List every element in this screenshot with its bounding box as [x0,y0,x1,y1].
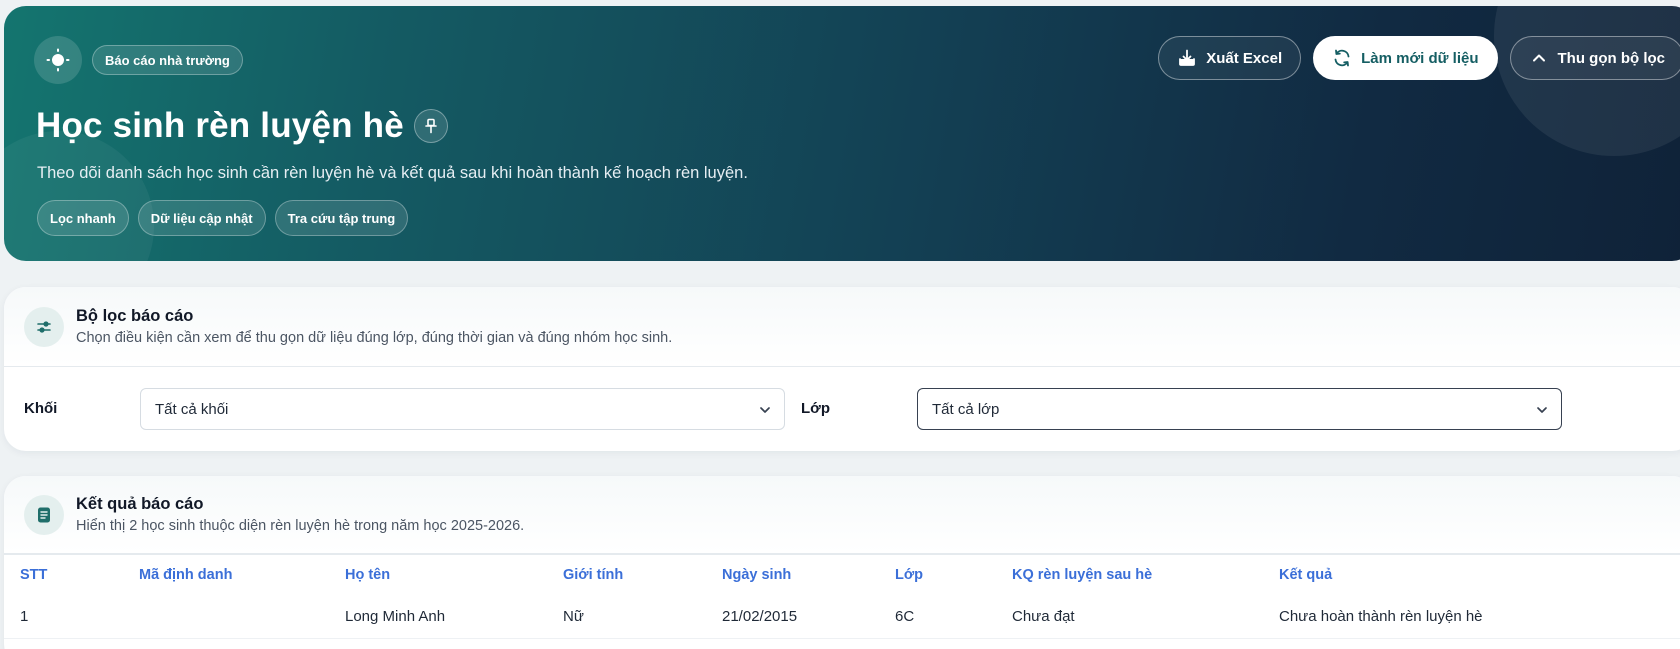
refresh-data-label: Làm mới dữ liệu [1361,49,1479,67]
col-header-summer-result[interactable]: KQ rèn luyện sau hè [1012,567,1152,583]
cell-class: 6C [895,608,915,625]
cell-stt: 1 [20,608,29,625]
hero-chip-group: Lọc nhanh Dữ liệu cập nhật Tra cứu tập t… [37,200,409,236]
col-header-class[interactable]: Lớp [895,567,923,583]
refresh-icon [1334,49,1350,67]
cell-name: Long Minh Anh [345,608,446,625]
result-title: Kết quả báo cáo [76,495,204,513]
result-card-header: Kết quả báo cáo Hiển thị 2 học sinh thuộ… [4,476,1680,554]
cell-dob: 21/02/2015 [722,608,798,625]
col-header-gender[interactable]: Giới tính [563,567,623,583]
grade-label: Khối [24,400,58,417]
chevron-up-icon [1532,54,1545,62]
document-icon [24,494,64,535]
decorative-circle [4,131,154,261]
table-header: STT Mã định danh Họ tên Giới tính Ngày s… [4,554,1680,594]
collapse-filter-label: Thu gọn bộ lọc [1557,49,1665,67]
hero-top-row: Báo cáo nhà trường [34,36,243,84]
filter-subtitle: Chọn điều kiện cần xem để thu gọn dữ liệ… [76,330,673,346]
table-row[interactable]: 1 Long Minh Anh Nữ 21/02/2015 6C Chưa đạ… [4,596,1680,636]
decorative-circle [1494,6,1680,156]
col-header-dob[interactable]: Ngày sinh [722,567,791,583]
page-title-row: Học sinh rèn luyện hè [36,106,448,146]
grade-select-value: Tất cả khối [155,400,229,418]
cell-summer-result: Chưa đạt [1012,608,1075,625]
report-badge: Báo cáo nhà trường [92,45,243,75]
chip-central-lookup: Tra cứu tập trung [274,200,409,236]
export-excel-label: Xuất Excel [1206,49,1283,67]
export-excel-button[interactable]: Xuất Excel [1158,36,1302,80]
chevron-down-icon [760,407,770,413]
chip-quick-filter: Lọc nhanh [37,200,129,236]
hero-actions: Xuất Excel Làm mới dữ liệu Thu gọn bộ lọ… [1158,36,1680,80]
col-header-id[interactable]: Mã định danh [139,567,232,583]
page-description: Theo dõi danh sách học sinh cần rèn luyệ… [37,164,748,182]
pin-icon[interactable] [413,109,448,143]
filter-row: Khối Tất cả khối Lớp Tất cả lớp [4,388,1680,430]
col-header-name[interactable]: Họ tên [345,567,390,583]
download-icon [1179,49,1196,66]
col-header-stt[interactable]: STT [20,567,47,583]
sun-icon [34,36,82,84]
cell-outcome: Chưa hoàn thành rèn luyện hè [1279,608,1483,625]
refresh-data-button[interactable]: Làm mới dữ liệu [1313,36,1498,80]
filter-title: Bộ lọc báo cáo [76,307,194,325]
filter-card-header: Bộ lọc báo cáo Chọn điều kiện cần xem để… [4,287,1680,367]
result-card: Kết quả báo cáo Hiển thị 2 học sinh thuộ… [4,476,1680,649]
chip-data-updated: Dữ liệu cập nhật [137,200,266,236]
page-title: Học sinh rèn luyện hè [36,106,404,145]
class-select-value: Tất cả lớp [932,400,1000,418]
col-header-outcome[interactable]: Kết quả [1279,567,1332,583]
collapse-filter-button[interactable]: Thu gọn bộ lọc [1509,36,1680,80]
class-label: Lớp [801,400,830,417]
sliders-icon [24,306,64,347]
row-divider [4,638,1680,639]
chevron-down-icon [1537,407,1547,413]
cell-gender: Nữ [563,608,584,625]
grade-select[interactable]: Tất cả khối [140,388,785,430]
class-select[interactable]: Tất cả lớp [917,388,1562,430]
filter-card: Bộ lọc báo cáo Chọn điều kiện cần xem để… [4,287,1680,451]
hero-banner: Báo cáo nhà trường Học sinh rèn luyện hè… [4,6,1680,261]
result-subtitle: Hiển thị 2 học sinh thuộc diện rèn luyện… [76,518,525,534]
